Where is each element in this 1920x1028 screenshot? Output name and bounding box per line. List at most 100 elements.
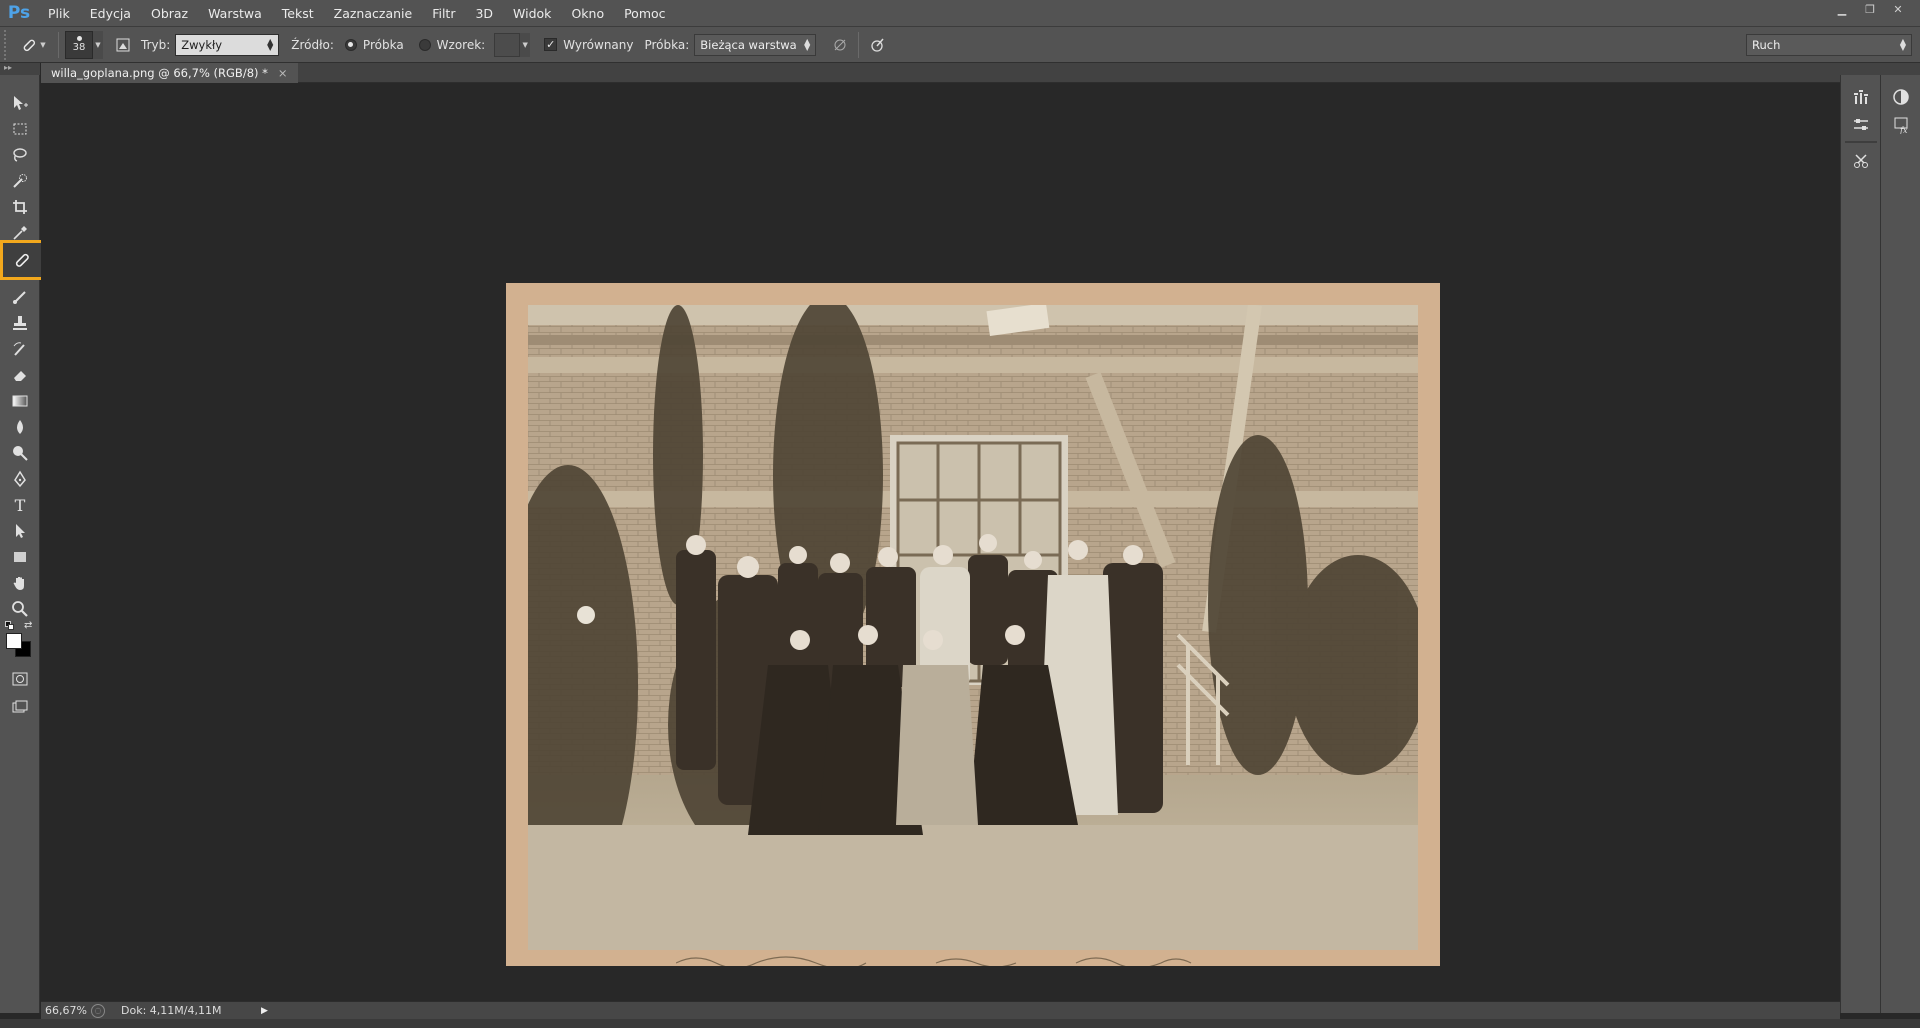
select-arrows-icon: ▲ ▼ [267, 36, 274, 52]
close-tab-icon[interactable]: × [278, 63, 288, 83]
brush-presets-icon[interactable] [1848, 85, 1874, 109]
menu-edit[interactable]: Edycja [80, 0, 141, 27]
photo-content-illustration [528, 305, 1418, 950]
bottom-edge [0, 1019, 1920, 1028]
menu-view[interactable]: Widok [503, 0, 561, 27]
document-tabs: willa_goplana.png @ 66,7% (RGB/8) * × [41, 63, 1841, 83]
menu-select[interactable]: Zaznaczanie [324, 0, 423, 27]
menu-type[interactable]: Tekst [272, 0, 324, 27]
ignore-adjustment-layers-icon[interactable] [828, 33, 852, 57]
brush-dot-icon [76, 36, 82, 41]
tool-preset-picker[interactable]: ▼ [14, 30, 52, 60]
screen-mode-icon[interactable] [6, 695, 34, 719]
document-title: willa_goplana.png @ 66,7% (RGB/8) * [51, 66, 268, 80]
sepia-photograph [528, 305, 1418, 950]
default-colors-icon[interactable] [5, 621, 15, 631]
sample-label: Próbka: [644, 37, 690, 52]
panel-dock-2: fx [1880, 75, 1920, 1013]
close-icon[interactable]: ✕ [1886, 0, 1910, 18]
menu-bar: Ps Plik Edycja Obraz Warstwa Tekst Zazna… [0, 0, 1920, 27]
crop-tool[interactable] [6, 195, 34, 219]
pressure-size-icon[interactable] [865, 33, 889, 57]
zoom-level[interactable]: 66,67% [41, 1004, 91, 1017]
swap-colors-icon[interactable]: ⇄ [24, 620, 32, 631]
options-bar: ▼ 38 ▼ Tryb: Zwykły ▲ ▼ Źródło: Próbka Wz… [0, 27, 1920, 63]
healing-brush-icon [23, 39, 36, 51]
foreground-color-swatch[interactable] [6, 633, 22, 649]
rectangle-tool[interactable] [6, 545, 34, 569]
svg-text:fx: fx [1899, 126, 1908, 134]
separator [858, 31, 860, 58]
toolbar-collapse-icon[interactable]: ▸▸ [0, 63, 40, 75]
quick-mask-icon[interactable] [6, 667, 34, 691]
source-sample-label: Próbka [362, 37, 404, 52]
sample-select[interactable]: Bieżąca warstwa ▲ ▼ [694, 33, 817, 56]
minimize-icon[interactable]: ▁ [1830, 0, 1854, 18]
path-selection-tool[interactable] [6, 519, 34, 543]
menu-window[interactable]: Okno [561, 0, 614, 27]
brush-panel-icon[interactable] [111, 33, 135, 57]
aligned-label: Wyrównany [563, 37, 634, 52]
options-grip[interactable] [4, 29, 14, 60]
app-logo: Ps [7, 3, 31, 23]
aligned-checkbox[interactable]: ✓ [544, 38, 558, 51]
marquee-tool[interactable] [6, 117, 34, 141]
styles-fx-icon[interactable]: fx [1888, 113, 1914, 137]
brush-tool[interactable] [6, 285, 34, 309]
workspace-value: Ruch [1752, 37, 1781, 52]
separator [58, 31, 59, 58]
type-tool[interactable]: T [6, 493, 34, 517]
eraser-tool[interactable] [6, 363, 34, 387]
chevron-down-icon: ▼ [40, 40, 46, 49]
eyedropper-tool[interactable] [6, 221, 34, 245]
source-sample-radio[interactable] [344, 38, 357, 51]
panels-collapse-icon[interactable] [1840, 63, 1920, 75]
menu-file[interactable]: Plik [38, 0, 80, 27]
menu-3d[interactable]: 3D [465, 0, 503, 27]
tools-panel: T ⇄ [0, 75, 44, 1013]
brush-size-value: 38 [72, 42, 86, 53]
canvas-area[interactable] [41, 83, 1839, 1001]
status-menu-arrow-icon[interactable]: ▶ [261, 1006, 268, 1016]
handwritten-caption [676, 956, 1192, 966]
status-circle-icon[interactable]: ◌ [91, 1003, 105, 1018]
quick-selection-tool[interactable] [6, 169, 34, 193]
blur-tool[interactable] [6, 415, 34, 439]
source-pattern-radio[interactable] [418, 38, 431, 51]
select-arrows-icon: ▲ ▼ [804, 36, 811, 52]
source-pattern-label: Wzorek: [436, 37, 486, 52]
brush-size-dropdown[interactable]: ▼ [93, 30, 103, 59]
photoshop-window: Ps Plik Edycja Obraz Warstwa Tekst Zazna… [0, 0, 1920, 1028]
select-arrows-icon: ▲ ▼ [1899, 36, 1906, 52]
lasso-tool[interactable] [6, 143, 34, 167]
move-tool[interactable] [6, 91, 34, 115]
pattern-picker[interactable] [494, 32, 521, 57]
menu-image[interactable]: Obraz [141, 0, 198, 27]
document-tab[interactable]: willa_goplana.png @ 66,7% (RGB/8) * × [41, 63, 298, 83]
restore-icon[interactable]: ❐ [1858, 0, 1882, 18]
sample-value: Bieżąca warstwa [700, 37, 797, 52]
pen-tool[interactable] [6, 467, 34, 491]
pattern-dropdown[interactable]: ▼ [520, 32, 531, 57]
clone-source-icon[interactable] [1848, 149, 1874, 173]
mode-label: Tryb: [141, 37, 171, 52]
adjustments-sliders-icon[interactable] [1848, 113, 1874, 137]
menu-help[interactable]: Pomoc [614, 0, 675, 27]
history-brush-tool[interactable] [6, 337, 34, 361]
brush-size-picker[interactable]: 38 [65, 30, 93, 59]
healing-brush-tool[interactable] [0, 240, 44, 280]
adjustments-icon[interactable] [1888, 85, 1914, 109]
workspace-select[interactable]: Ruch ▲ ▼ [1746, 33, 1912, 56]
dodge-tool[interactable] [6, 441, 34, 465]
photo-canvas[interactable] [506, 283, 1440, 966]
hand-tool[interactable] [6, 571, 34, 595]
gradient-tool[interactable] [6, 389, 34, 413]
panel-separator [1845, 141, 1877, 143]
menu-filter[interactable]: Filtr [422, 0, 465, 27]
mode-value: Zwykły [181, 37, 223, 52]
menu-layer[interactable]: Warstwa [198, 0, 272, 27]
window-controls: ▁ ❐ ✕ [1830, 0, 1910, 20]
clone-stamp-tool[interactable] [6, 311, 34, 335]
zoom-tool[interactable] [6, 597, 34, 621]
mode-select[interactable]: Zwykły ▲ ▼ [175, 33, 280, 56]
